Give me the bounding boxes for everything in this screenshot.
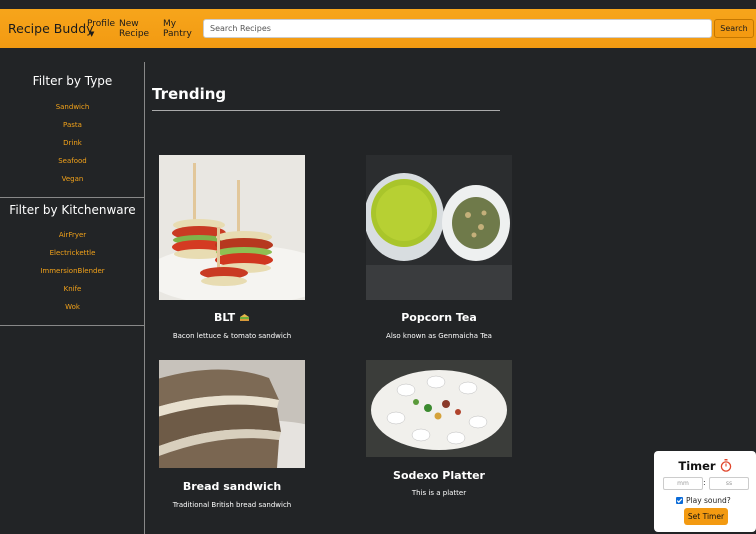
card-image-popcorn-tea[interactable] — [366, 155, 512, 300]
timer-colon: : — [703, 478, 706, 487]
nav-pantry-line2: Pantry — [163, 29, 192, 39]
card-title-blt-text: BLT — [214, 311, 236, 324]
title-divider — [152, 110, 500, 111]
nav-pantry-line1: My — [163, 19, 177, 29]
set-timer-button[interactable]: Set Timer — [684, 508, 728, 525]
play-sound-label: Play sound? — [686, 496, 731, 505]
sidebar-divider — [0, 197, 145, 198]
timer-title: Timer — [654, 459, 756, 475]
play-sound-checkbox[interactable] — [676, 497, 683, 504]
filter-kitchenware-wok[interactable]: Wok — [0, 303, 145, 311]
card-title-popcorn-tea[interactable]: Popcorn Tea — [366, 311, 512, 324]
card-image-blt[interactable] — [159, 155, 305, 300]
nav-new-recipe[interactable]: New Recipe — [119, 19, 149, 39]
sidebar-divider — [0, 325, 145, 326]
card-desc-bread-sandwich: Traditional British bread sandwich — [172, 501, 292, 509]
filter-type-pasta[interactable]: Pasta — [0, 121, 145, 129]
filter-type-heading: Filter by Type — [32, 74, 113, 88]
nav-profile-label: Profile — [87, 19, 115, 29]
timer-minutes-input[interactable]: mm — [663, 477, 703, 490]
card-title-blt[interactable]: BLT — [159, 311, 305, 325]
sidebar-filters: Filter by Type Sandwich Pasta Drink Seaf… — [0, 62, 145, 534]
nav-new-recipe-line2: Recipe — [119, 29, 150, 39]
search-button[interactable]: Search — [714, 19, 754, 38]
page-title: Trending — [152, 85, 227, 103]
card-title-sodexo-platter[interactable]: Sodexo Platter — [366, 469, 512, 482]
card-desc-blt: Bacon lettuce & tomato sandwich — [172, 332, 292, 340]
stopwatch-icon — [720, 459, 732, 475]
card-image-sodexo-platter[interactable] — [366, 360, 512, 457]
brand-logo[interactable]: Recipe Buddy — [8, 21, 94, 36]
search-input[interactable]: Search Recipes — [203, 19, 712, 38]
filter-type-drink[interactable]: Drink — [0, 139, 145, 147]
card-title-bread-sandwich[interactable]: Bread sandwich — [159, 480, 305, 493]
caret-down-icon: ▼ — [89, 30, 95, 38]
sandwich-icon — [239, 312, 250, 325]
filter-kitchenware-heading: Filter by Kitchenware — [9, 203, 136, 217]
filter-kitchenware-electrickettle[interactable]: Electrickettle — [0, 249, 145, 257]
filter-kitchenware-knife[interactable]: Knife — [0, 285, 145, 293]
filter-type-sandwich[interactable]: Sandwich — [0, 103, 145, 111]
filter-type-vegan[interactable]: Vegan — [0, 175, 145, 183]
filter-type-seafood[interactable]: Seafood — [0, 157, 145, 165]
timer-seconds-input[interactable]: ss — [709, 477, 749, 490]
nav-my-pantry[interactable]: My Pantry — [163, 19, 192, 39]
filter-kitchenware-immersionblender[interactable]: ImmersionBlender — [0, 267, 145, 275]
filter-kitchenware-airfryer[interactable]: AirFryer — [0, 231, 145, 239]
card-desc-sodexo-platter: This is a platter — [411, 489, 467, 497]
timer-title-text: Timer — [678, 459, 716, 473]
timer-widget: Timer mm : ss Play sound? Set Timer — [654, 451, 756, 532]
card-image-bread-sandwich[interactable] — [159, 360, 305, 468]
nav-new-recipe-line1: New — [119, 19, 139, 29]
top-navbar: Recipe Buddy Profile ▼ New Recipe My Pan… — [0, 9, 756, 48]
card-desc-popcorn-tea: Also known as Genmaicha Tea — [386, 332, 492, 340]
nav-profile-dropdown[interactable]: Profile ▼ — [87, 19, 115, 39]
